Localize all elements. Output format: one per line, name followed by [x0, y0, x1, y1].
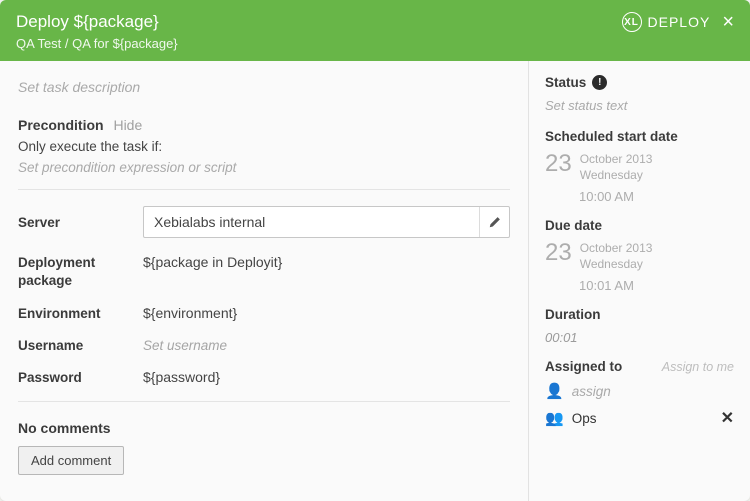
assign-to-me-link[interactable]: Assign to me [662, 360, 734, 374]
duration-value: 00:01 [545, 330, 734, 345]
precondition-label: Precondition [18, 117, 104, 133]
due-date-label: Due date [545, 218, 734, 233]
task-modal: Deploy ${package} QA Test / QA for ${pac… [0, 0, 750, 501]
main-panel: Set task description Precondition Hide O… [0, 61, 528, 501]
environment-value: ${environment} [143, 305, 510, 321]
scheduled-start-date[interactable]: 23 October 2013 Wednesday [545, 152, 734, 183]
assignee-placeholder: assign [572, 384, 611, 399]
precondition-input[interactable]: Set precondition expression or script [18, 160, 510, 175]
username-label: Username [18, 338, 143, 353]
deployment-package-value: ${package in Deployit} [143, 254, 510, 270]
breadcrumb: QA Test / QA for ${package} [16, 36, 178, 51]
assigned-to-label: Assigned to [545, 359, 622, 374]
modal-header: Deploy ${package} QA Test / QA for ${pac… [0, 0, 750, 61]
group-icon: 👥 [545, 409, 564, 427]
divider [18, 401, 510, 402]
remove-group-icon[interactable]: ✕ [721, 408, 734, 428]
logo-text: DEPLOY [648, 14, 711, 30]
precondition-subtitle: Only execute the task if: [18, 139, 510, 154]
no-comments-label: No comments [18, 420, 510, 436]
username-input[interactable]: Set username [143, 338, 227, 353]
pencil-icon [489, 216, 501, 228]
status-label: Status [545, 75, 586, 90]
add-comment-button[interactable]: Add comment [18, 446, 124, 475]
modal-title: Deploy ${package} [16, 12, 178, 32]
status-input[interactable]: Set status text [545, 98, 734, 113]
sched-time: 10:00 AM [579, 189, 734, 204]
logo-icon: XL [622, 12, 642, 32]
duration-label: Duration [545, 307, 734, 322]
precondition-hide-link[interactable]: Hide [113, 117, 142, 133]
assignee-row[interactable]: 👤 assign [545, 382, 734, 400]
sched-weekday: Wednesday [580, 168, 653, 184]
password-value: ${password} [143, 369, 510, 385]
task-description-input[interactable]: Set task description [18, 79, 510, 95]
sched-day: 23 [545, 152, 572, 176]
server-input[interactable] [144, 207, 479, 237]
modal-body: Set task description Precondition Hide O… [0, 61, 750, 501]
scheduled-start-label: Scheduled start date [545, 129, 734, 144]
due-day: 23 [545, 241, 572, 265]
user-icon: 👤 [545, 382, 564, 400]
divider [18, 189, 510, 190]
close-icon[interactable]: × [722, 12, 734, 32]
server-input-wrap [143, 206, 510, 238]
deployment-package-label: Deployment package [18, 254, 143, 289]
ops-group: Ops [572, 411, 597, 426]
warning-icon: ! [592, 75, 607, 90]
server-edit-button[interactable] [479, 207, 509, 237]
product-logo: XL DEPLOY [622, 12, 711, 32]
due-date[interactable]: 23 October 2013 Wednesday [545, 241, 734, 272]
due-month-year: October 2013 [580, 241, 653, 257]
environment-label: Environment [18, 306, 143, 321]
sched-month-year: October 2013 [580, 152, 653, 168]
due-weekday: Wednesday [580, 257, 653, 273]
server-label: Server [18, 215, 143, 230]
due-time: 10:01 AM [579, 278, 734, 293]
side-panel: Status ! Set status text Scheduled start… [528, 61, 750, 501]
password-label: Password [18, 370, 143, 385]
